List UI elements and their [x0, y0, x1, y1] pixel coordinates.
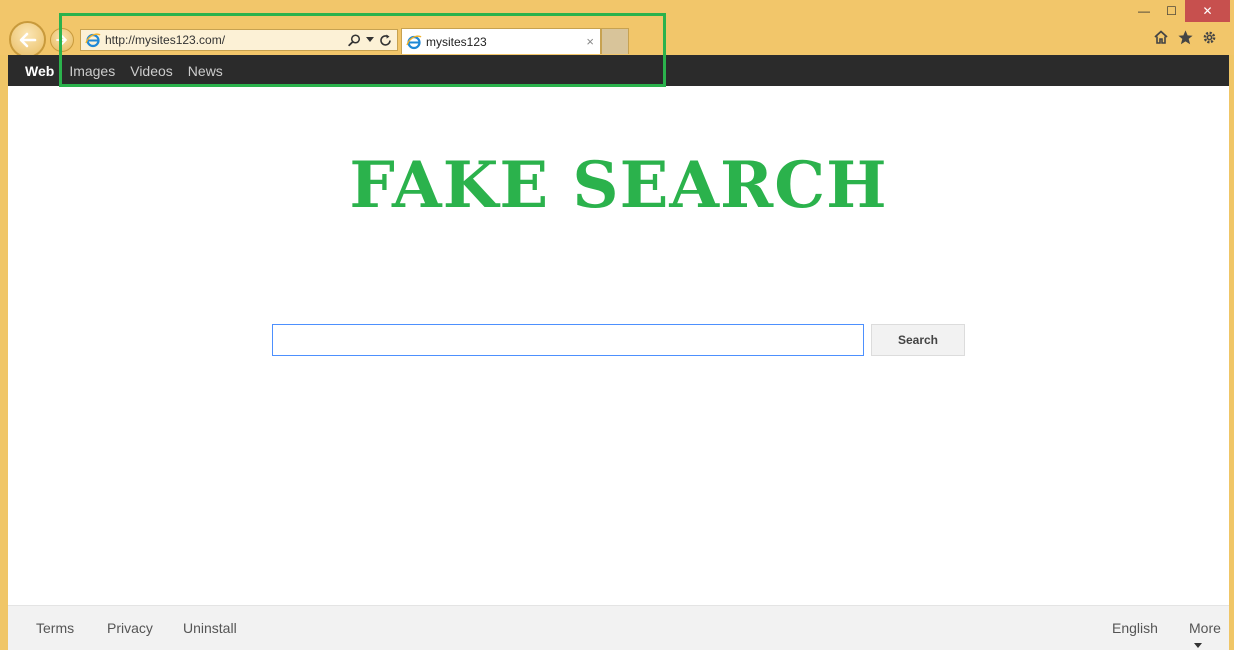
footer: Terms Privacy Uninstall English More — [8, 605, 1229, 650]
footer-uninstall-link[interactable]: Uninstall — [183, 620, 237, 636]
footer-more-menu[interactable]: More — [1189, 620, 1229, 650]
home-icon[interactable] — [1152, 28, 1170, 46]
forward-button[interactable] — [50, 28, 74, 52]
browser-toolbar-right — [1152, 28, 1218, 46]
nav-images[interactable]: Images — [69, 63, 115, 79]
site-logo: FAKE SEARCH — [349, 148, 888, 223]
back-button[interactable] — [9, 21, 46, 58]
footer-privacy-link[interactable]: Privacy — [107, 620, 153, 636]
nav-news[interactable]: News — [188, 63, 223, 79]
dropdown-caret-icon[interactable] — [366, 37, 374, 43]
footer-terms-link[interactable]: Terms — [36, 620, 74, 636]
star-icon[interactable] — [1176, 28, 1194, 46]
tab-title: mysites123 — [426, 34, 487, 49]
tab-mysites123[interactable]: mysites123 × — [401, 28, 601, 54]
footer-language-link[interactable]: English — [1112, 620, 1158, 636]
close-tab-icon[interactable]: × — [586, 34, 594, 49]
search-button[interactable]: Search — [871, 324, 965, 356]
address-bar[interactable]: http://mysites123.com/ — [80, 29, 398, 51]
forward-arrow-icon — [56, 35, 67, 45]
search-input[interactable] — [272, 324, 864, 356]
nav-videos[interactable]: Videos — [130, 63, 173, 79]
page-content: FAKE SEARCH Search — [8, 86, 1229, 605]
browser-chrome: http://mysites123.com/ mysites123 × — ☐ … — [0, 0, 1234, 58]
footer-more-label: More — [1189, 620, 1221, 636]
chevron-down-icon — [1194, 642, 1202, 648]
search-icon[interactable] — [348, 33, 361, 47]
maximize-button[interactable]: ☐ — [1158, 0, 1185, 22]
new-tab-button[interactable] — [601, 28, 629, 54]
page-nav: Web Images Videos News — [8, 55, 1229, 86]
refresh-icon[interactable] — [379, 34, 392, 47]
gear-icon[interactable] — [1200, 28, 1218, 46]
minimize-button[interactable]: — — [1131, 0, 1157, 22]
address-url[interactable]: http://mysites123.com/ — [105, 33, 348, 47]
back-arrow-icon — [19, 32, 36, 47]
ie-logo-icon — [85, 32, 101, 48]
close-window-button[interactable]: ✕ — [1185, 0, 1230, 22]
ie-logo-icon — [406, 34, 422, 50]
nav-web[interactable]: Web — [25, 63, 54, 79]
